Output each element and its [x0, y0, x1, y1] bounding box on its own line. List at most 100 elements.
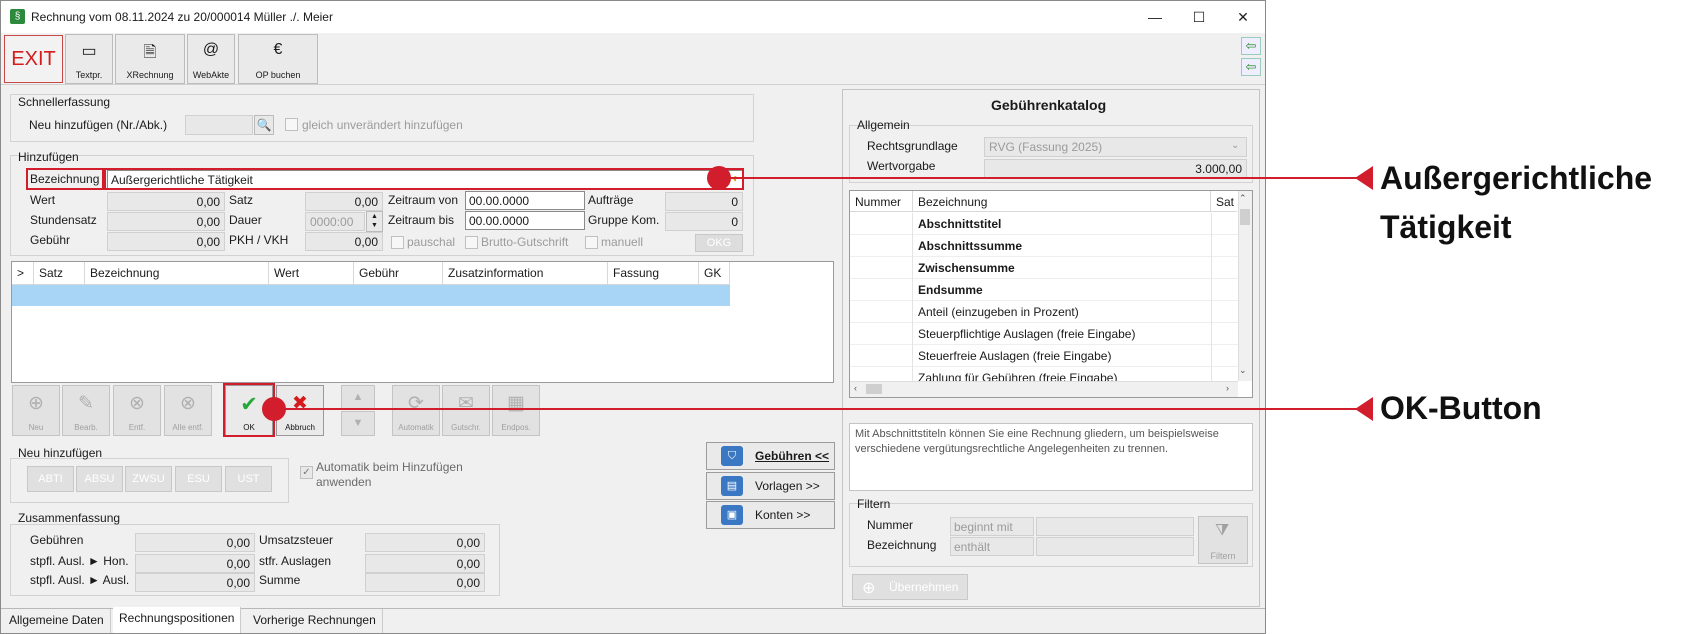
- col-gk[interactable]: GK: [699, 262, 730, 285]
- entf-button[interactable]: ⊗ Entf.: [113, 385, 161, 436]
- textpr-label: Textpr.: [75, 70, 103, 80]
- zeitraum-bis-input[interactable]: 00.00.0000: [465, 211, 585, 230]
- manuell-checkbox[interactable]: [585, 236, 598, 249]
- katalog-row[interactable]: Abschnittstitel: [850, 213, 1238, 235]
- katalog-table: Nummer Bezeichnung Sat Abschnittstitel Ab…: [849, 190, 1253, 398]
- xrechnung-button[interactable]: 🗎 XRechnung: [115, 34, 185, 84]
- pkh-label: PKH / VKH: [229, 233, 289, 247]
- tab-vorherige-rechnungen[interactable]: Vorherige Rechnungen: [247, 609, 383, 633]
- satz-label: Satz: [229, 193, 254, 207]
- katalog-row-bezeichnung: Steuerfreie Auslagen (freie Eingabe): [918, 349, 1112, 363]
- zeitraum-von-label: Zeitraum von: [388, 193, 459, 207]
- highlight-bezeichnung-input: [104, 168, 744, 190]
- katalog-row[interactable]: Abschnittssumme: [850, 235, 1238, 257]
- wertvorgabe-field[interactable]: 3.000,00: [984, 159, 1247, 179]
- alle-entf-button[interactable]: ⊗ Alle entf.: [164, 385, 212, 436]
- gebuehr-field[interactable]: 0,00: [107, 232, 225, 251]
- katalog-scroll-thumb[interactable]: [1240, 209, 1250, 225]
- filter-nummer-input[interactable]: [1036, 517, 1194, 536]
- entf-label: Entf.: [128, 423, 146, 432]
- endpos-button[interactable]: ▦ Endpos.: [492, 385, 540, 436]
- search-icon[interactable]: 🔍: [254, 115, 274, 135]
- ust-button[interactable]: UST: [225, 466, 272, 492]
- col-bezeichnung[interactable]: Bezeichnung: [85, 262, 269, 285]
- katalog-row-bezeichnung: Endsumme: [918, 283, 983, 297]
- automatik-button[interactable]: ⟳ Automatik: [392, 385, 440, 436]
- tab-rechnungspositionen[interactable]: Rechnungspositionen: [113, 607, 242, 633]
- katalog-scrollbar-h[interactable]: [850, 381, 1238, 397]
- close-button[interactable]: ✕: [1227, 5, 1259, 29]
- col-marker[interactable]: >: [12, 262, 34, 285]
- brutto-checkbox[interactable]: [465, 236, 478, 249]
- dauer-spinner-icon[interactable]: ▲ ▼: [366, 211, 383, 232]
- dauer-field[interactable]: 0000:00: [305, 212, 365, 231]
- col-wert[interactable]: Wert: [269, 262, 354, 285]
- webakte-button[interactable]: @ WebAkte: [187, 34, 235, 84]
- filter-bezeichnung-mode[interactable]: enthält: [950, 537, 1034, 556]
- abti-button[interactable]: ABTI: [27, 466, 74, 492]
- zwsu-button[interactable]: ZWSU: [125, 466, 172, 492]
- scroll-right-icon[interactable]: ›: [1226, 383, 1229, 393]
- katalog-row[interactable]: Steuerfreie Auslagen (freie Eingabe): [850, 345, 1238, 367]
- gleich-checkbox[interactable]: [285, 118, 298, 131]
- move-up-icon[interactable]: ▲: [341, 385, 375, 409]
- vorlagen-button[interactable]: ▤ Vorlagen >>: [706, 472, 835, 500]
- op-buchen-button[interactable]: € OP buchen: [238, 34, 318, 84]
- katalog-row[interactable]: Zwischensumme: [850, 257, 1238, 279]
- wert-field[interactable]: 0,00: [107, 192, 225, 211]
- col-gebuehr[interactable]: Gebühr: [354, 262, 443, 285]
- schnell-nr-input[interactable]: [185, 115, 253, 135]
- neu-button[interactable]: ⊕ Neu: [12, 385, 60, 436]
- textpr-button[interactable]: ▭ Textpr.: [65, 34, 113, 84]
- tab-allgemeine-daten[interactable]: Allgemeine Daten: [3, 609, 111, 633]
- nav-back-alt-icon[interactable]: ⇦: [1241, 58, 1261, 76]
- nav-back-icon[interactable]: ⇦: [1241, 37, 1261, 55]
- katalog-rows: Abschnittstitel Abschnittssumme Zwischensu…: [850, 191, 1238, 381]
- katalog-row-nummer: [850, 235, 913, 257]
- col-fassung[interactable]: Fassung: [608, 262, 699, 285]
- scroll-left-icon[interactable]: ‹: [854, 383, 857, 393]
- webakte-label: WebAkte: [192, 70, 230, 80]
- maximize-button[interactable]: ☐: [1183, 5, 1215, 29]
- esu-button[interactable]: ESU: [175, 466, 222, 492]
- konten-button[interactable]: ▣ Konten >>: [706, 501, 835, 529]
- satz-field[interactable]: 0,00: [305, 192, 383, 211]
- stundensatz-field[interactable]: 0,00: [107, 212, 225, 231]
- auftraege-field[interactable]: 0: [665, 192, 743, 211]
- absu-button[interactable]: ABSU: [76, 466, 123, 492]
- scroll-down-icon[interactable]: ⌄: [1239, 365, 1247, 376]
- automatik-checkbox[interactable]: ✓: [300, 466, 313, 479]
- zeitraum-von-input[interactable]: 00.00.0000: [465, 191, 585, 210]
- minimize-button[interactable]: —: [1139, 5, 1171, 29]
- move-down-icon[interactable]: ▼: [341, 411, 375, 436]
- uebernehmen-button[interactable]: ⊕ Übernehmen: [852, 574, 968, 600]
- pkh-field[interactable]: 0,00: [305, 232, 383, 251]
- katalog-row[interactable]: Zahlung für Gebühren (freie Eingabe): [850, 367, 1238, 381]
- bearb-button[interactable]: ✎ Bearb.: [62, 385, 110, 436]
- okg-button[interactable]: OKG: [695, 234, 743, 252]
- katalog-row-bezeichnung: Steuerpflichtige Auslagen (freie Eingabe…: [918, 327, 1136, 341]
- rechtsgrundlage-select[interactable]: RVG (Fassung 2025): [984, 137, 1247, 157]
- filter-button[interactable]: ⧩ Filtern: [1198, 516, 1248, 564]
- gruppe-kom-field[interactable]: 0: [665, 212, 743, 231]
- op-buchen-icon: €: [273, 41, 283, 58]
- table-row-selected[interactable]: [12, 285, 730, 306]
- chevron-down-icon: ⌄: [1231, 140, 1240, 151]
- col-zusatzinformation[interactable]: Zusatzinformation: [443, 262, 608, 285]
- katalog-row[interactable]: Endsumme: [850, 279, 1238, 301]
- katalog-hscroll-thumb[interactable]: [866, 384, 882, 394]
- gutschr-button[interactable]: ✉ Gutschr.: [442, 385, 490, 436]
- katalog-row-satz: [1211, 257, 1212, 279]
- katalog-row[interactable]: Anteil (einzugeben in Prozent): [850, 301, 1238, 323]
- gebuehren-button[interactable]: ⛉ Gebühren <<: [706, 442, 835, 470]
- exit-button[interactable]: EXIT: [4, 35, 63, 83]
- pauschal-checkbox[interactable]: [391, 236, 404, 249]
- manuell-label: manuell: [601, 235, 644, 249]
- filter-bezeichnung-input[interactable]: [1036, 537, 1194, 556]
- scroll-up-icon[interactable]: ⌃: [1239, 193, 1247, 204]
- katalog-row[interactable]: Steuerpflichtige Auslagen (freie Eingabe…: [850, 323, 1238, 345]
- filter-nummer-mode[interactable]: beginnt mit: [950, 517, 1034, 536]
- col-satz[interactable]: Satz: [34, 262, 85, 285]
- title-bar: § Rechnung vom 08.11.2024 zu 20/000014 M…: [1, 1, 1265, 33]
- add-icon: ⊕: [28, 393, 44, 414]
